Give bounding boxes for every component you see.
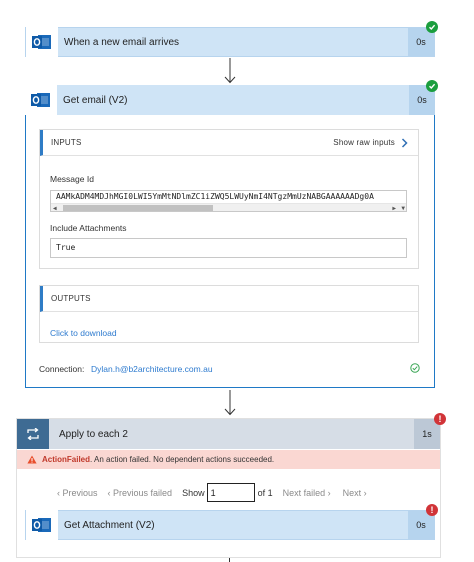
scroll-left-icon[interactable]: ◀ <box>53 203 57 211</box>
message-id-label: Message Id <box>50 174 94 184</box>
next-button[interactable]: Next › <box>343 488 367 498</box>
connection-ok-icon <box>410 363 420 373</box>
show-raw-inputs-link[interactable]: Show raw inputs <box>333 137 408 148</box>
previous-label: Previous <box>62 487 98 498</box>
error-message: . An action failed. No dependent actions… <box>90 455 275 464</box>
previous-failed-label: Previous failed <box>113 487 173 498</box>
include-attachments-field[interactable]: True <box>50 238 407 258</box>
loop-icon <box>17 419 49 449</box>
outputs-header: OUTPUTS <box>40 286 418 312</box>
warning-icon <box>27 455 37 464</box>
chevron-right-icon <box>401 137 408 148</box>
success-check-icon <box>426 21 438 33</box>
message-id-field[interactable]: AAMkADM4MDJhMGI0LWI5YmMtNDlmZC1iZWQ5LWUy… <box>50 190 407 212</box>
message-id-value: AAMkADM4MDJhMGI0LWI5YmMtNDlmZC1iZWQ5LWUy… <box>56 192 374 201</box>
trigger-card[interactable]: When a new email arrives 0s <box>25 27 435 57</box>
outlook-icon <box>25 85 57 115</box>
page-number-input[interactable] <box>206 483 255 502</box>
scroll-thumb[interactable] <box>63 205 213 211</box>
inputs-header: INPUTS Show raw inputs <box>40 130 418 156</box>
get-attachment-title: Get Attachment (V2) <box>64 519 155 531</box>
get-email-header[interactable]: Get email (V2) 0s <box>25 85 435 115</box>
error-exclamation-icon: ! <box>426 504 438 516</box>
outlook-icon <box>26 510 58 540</box>
inputs-panel: INPUTS Show raw inputs Message Id AAMkAD… <box>39 129 419 269</box>
of-label: of 1 <box>257 487 273 498</box>
scroll-down-icon[interactable]: ▼ <box>401 203 405 211</box>
get-email-title: Get email (V2) <box>63 94 128 106</box>
include-attachments-label: Include Attachments <box>50 223 127 233</box>
show-label: Show <box>182 487 205 498</box>
trigger-title: When a new email arrives <box>64 36 180 48</box>
inputs-heading: INPUTS <box>51 138 82 147</box>
next-failed-label: Next failed <box>282 487 326 498</box>
get-email-card: Get email (V2) 0s INPUTS Show raw inputs… <box>25 85 435 388</box>
error-exclamation-icon: ! <box>434 413 446 425</box>
iteration-pager: ‹ Previous ‹ Previous failed Show of 1 N… <box>57 483 367 502</box>
horizontal-scrollbar[interactable]: ◀ ▶ ▼ <box>51 203 406 211</box>
outputs-panel: OUTPUTS Click to download <box>39 285 419 343</box>
apply-to-each-header[interactable]: Apply to each 2 1s <box>17 419 440 449</box>
click-to-download-link[interactable]: Click to download <box>50 328 117 338</box>
next-label: Next <box>342 487 362 498</box>
show-raw-inputs-label: Show raw inputs <box>333 138 395 147</box>
scroll-right-icon[interactable]: ▶ <box>392 203 396 211</box>
previous-button[interactable]: ‹ Previous <box>57 488 98 498</box>
outputs-heading: OUTPUTS <box>51 294 91 303</box>
outlook-icon <box>26 27 58 57</box>
error-banner: ActionFailed. An action failed. No depen… <box>17 450 440 469</box>
include-attachments-value: True <box>56 243 76 252</box>
previous-failed-button[interactable]: ‹ Previous failed <box>108 488 173 498</box>
flow-arrow-icon <box>224 390 236 416</box>
error-code: ActionFailed <box>42 455 91 464</box>
flow-arrow-icon <box>224 58 236 84</box>
next-failed-button[interactable]: Next failed › <box>283 488 331 498</box>
flow-connector <box>229 558 230 562</box>
connection-value[interactable]: Dylan.h@b2architecture.com.au <box>91 364 213 374</box>
get-attachment-card[interactable]: Get Attachment (V2) 0s <box>25 510 435 540</box>
connection-label: Connection: <box>39 364 85 374</box>
apply-to-each-container: Apply to each 2 1s ActionFailed. An acti… <box>16 418 441 558</box>
success-check-icon <box>426 80 438 92</box>
apply-to-each-title: Apply to each 2 <box>59 428 128 440</box>
